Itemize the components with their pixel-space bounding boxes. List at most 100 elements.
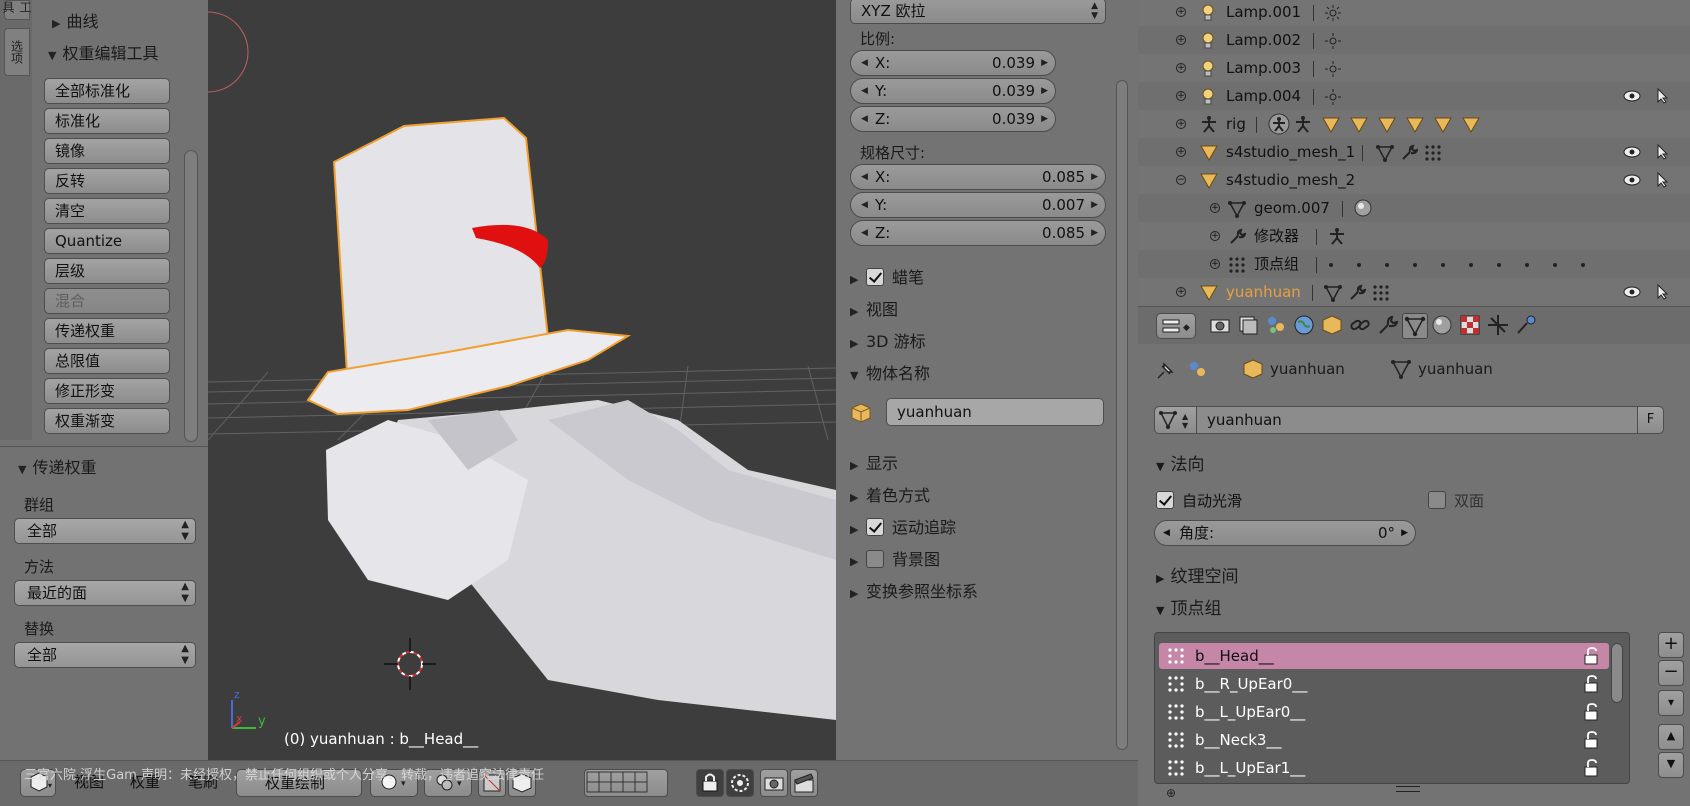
outliner-row-lamp-002[interactable]: + Lamp.002 [1138, 26, 1690, 54]
outliner-row-lamp-003[interactable]: + Lamp.003 [1138, 54, 1690, 82]
view-panel[interactable]: ▶ 视图 [850, 296, 898, 320]
select-arrow-icon[interactable] [1656, 172, 1670, 188]
select-arrow-icon[interactable] [1656, 144, 1670, 160]
vertex-group-item[interactable]: b__Neck3__ [1159, 727, 1609, 753]
tool-shelf-scrollbar[interactable] [184, 150, 198, 442]
tab-scene[interactable] [1264, 313, 1290, 339]
outliner-row-lamp-001[interactable]: + Lamp.001 [1138, 0, 1690, 26]
limit-total-button[interactable]: 总限值 [44, 348, 170, 374]
object-name-input[interactable]: yuanhuan [886, 398, 1104, 426]
pin-icon[interactable] [1154, 360, 1176, 382]
double-sided-option[interactable]: 双面 [1428, 490, 1484, 511]
dimension-z-field[interactable]: ◀ Z: 0.085 ▶ [850, 220, 1106, 246]
expand-icon[interactable]: + [1210, 259, 1220, 269]
tab-modifiers[interactable] [1376, 313, 1402, 339]
invert-button[interactable]: 反转 [44, 168, 170, 194]
expand-icon[interactable]: + [1176, 35, 1186, 45]
opengl-render-button[interactable] [760, 769, 788, 797]
outliner-row-lamp-004[interactable]: + Lamp.004 [1138, 82, 1690, 110]
tab-particles[interactable] [1486, 313, 1512, 339]
tab-mesh-data[interactable] [1402, 313, 1428, 339]
vertex-group-item[interactable]: b__R_UpEar0__ [1159, 671, 1609, 697]
scale-x-field[interactable]: ◀ X: 0.039 ▶ [850, 50, 1056, 76]
expand-icon[interactable]: + [1176, 91, 1186, 101]
normals-panel-header[interactable]: ▼ 法向 [1156, 450, 1204, 475]
outliner-row-rig[interactable]: + rig [1138, 110, 1690, 138]
layers-grid[interactable] [584, 769, 668, 797]
vertex-group-item[interactable]: b__Head__ [1159, 643, 1609, 669]
levels-button[interactable]: 层级 [44, 258, 170, 284]
quantize-button[interactable]: Quantize [44, 228, 170, 254]
overlay-render-button[interactable] [726, 769, 754, 797]
list-resize-grip[interactable]: ⊕ [1166, 786, 1176, 800]
outliner-row-modifiers[interactable]: + 修改器 [1138, 222, 1690, 250]
grease-pencil-checkbox[interactable] [866, 268, 884, 286]
auto-smooth-option[interactable]: 自动光滑 [1156, 490, 1242, 511]
grease-pencil-panel[interactable]: ▶ 蜡笔 [850, 264, 924, 288]
move-vertex-group-down-button[interactable]: ▼ [1658, 752, 1684, 778]
tab-texture[interactable] [1458, 313, 1484, 339]
vertex-group-item[interactable]: b__L_UpEar1__ [1159, 755, 1609, 781]
tab-constraints[interactable] [1348, 313, 1374, 339]
normalize-all-button[interactable]: 全部标准化 [44, 78, 170, 104]
group-dropdown[interactable]: 全部 ▲ ▼ [14, 518, 196, 544]
fix-deforms-button[interactable]: 修正形变 [44, 378, 170, 404]
mesh-browse-button[interactable]: ▲ ▼ [1155, 407, 1197, 433]
expand-icon[interactable]: + [1176, 147, 1186, 157]
transfer-weights-panel-header[interactable]: ▼ 传递权重 [18, 454, 96, 478]
unlock-icon[interactable] [1583, 675, 1599, 693]
vertex-groups-panel-header[interactable]: ▼ 顶点组 [1156, 594, 1221, 619]
scale-z-field[interactable]: ◀ Z: 0.039 ▶ [850, 106, 1056, 132]
opengl-animation-button[interactable] [790, 769, 818, 797]
shading-panel[interactable]: ▶ 着色方式 [850, 482, 930, 506]
vertex-group-list[interactable]: b__Head__ b__R_UpEar0__ b__L_UpEar0__ b_… [1154, 632, 1630, 784]
outliner-row-s4studio-mesh-1[interactable]: + s4studio_mesh_1 [1138, 138, 1690, 166]
motion-tracking-panel[interactable]: ▶ 运动追踪 [850, 514, 956, 538]
tab-options[interactable]: 选项 [4, 28, 30, 76]
select-arrow-icon[interactable] [1656, 284, 1670, 300]
unlock-icon[interactable] [1583, 703, 1599, 721]
double-sided-checkbox[interactable] [1428, 491, 1446, 509]
scale-y-field[interactable]: ◀ Y: 0.039 ▶ [850, 78, 1056, 104]
mesh-datablock-selector[interactable]: ▲ ▼ yuanhuan F [1154, 406, 1664, 434]
remove-vertex-group-button[interactable]: − [1658, 660, 1684, 686]
fake-user-button[interactable]: F [1637, 407, 1663, 433]
tab-physics[interactable] [1514, 313, 1540, 339]
replace-dropdown[interactable]: 全部 ▲ ▼ [14, 642, 196, 668]
eye-icon[interactable] [1623, 145, 1641, 159]
expand-icon[interactable]: + [1176, 7, 1186, 17]
vertex-group-specials-menu[interactable]: ▾ [1658, 690, 1684, 716]
eye-icon[interactable] [1623, 89, 1641, 103]
unlock-icon[interactable] [1583, 647, 1599, 665]
unlock-icon[interactable] [1583, 759, 1599, 777]
lock-camera-button[interactable] [696, 769, 724, 797]
motion-tracking-checkbox[interactable] [866, 518, 884, 536]
outliner-row-yuanhuan[interactable]: + yuanhuan [1138, 278, 1690, 306]
expand-icon[interactable]: + [1210, 231, 1220, 241]
vertex-group-item[interactable]: b__L_UpEar0__ [1159, 699, 1609, 725]
expand-icon[interactable]: + [1176, 287, 1186, 297]
tab-render[interactable] [1208, 313, 1234, 339]
auto-smooth-checkbox[interactable] [1156, 491, 1174, 509]
move-vertex-group-up-button[interactable]: ▲ [1658, 724, 1684, 750]
outliner-row-vertex-groups[interactable]: + 顶点组 [1138, 250, 1690, 278]
dimension-y-field[interactable]: ◀ Y: 0.007 ▶ [850, 192, 1106, 218]
normalize-button[interactable]: 标准化 [44, 108, 170, 134]
collapse-icon[interactable]: − [1176, 175, 1186, 185]
tab-tools[interactable]: 工具 [1, 0, 32, 20]
expand-icon[interactable]: + [1176, 119, 1186, 129]
select-arrow-icon[interactable] [1656, 88, 1670, 104]
vertex-group-list-scrollbar[interactable] [1611, 643, 1623, 703]
curve-panel-header[interactable]: ▶ 曲线 [52, 8, 98, 32]
unlock-icon[interactable] [1583, 731, 1599, 749]
3d-cursor-panel[interactable]: ▶ 3D 游标 [850, 328, 926, 352]
tab-object[interactable] [1320, 313, 1346, 339]
tab-world[interactable] [1292, 313, 1318, 339]
clean-button[interactable]: 清空 [44, 198, 170, 224]
editor-type-button[interactable]: ◆ [1156, 313, 1196, 339]
weight-tools-header[interactable]: ▼ 权重编辑工具 [48, 40, 158, 64]
outliner-row-geom-007[interactable]: + geom.007 [1138, 194, 1690, 222]
transfer-weights-button[interactable]: 传递权重 [44, 318, 170, 344]
display-panel[interactable]: ▶ 显示 [850, 450, 898, 474]
outliner-row-s4studio-mesh-2[interactable]: − s4studio_mesh_2 [1138, 166, 1690, 194]
